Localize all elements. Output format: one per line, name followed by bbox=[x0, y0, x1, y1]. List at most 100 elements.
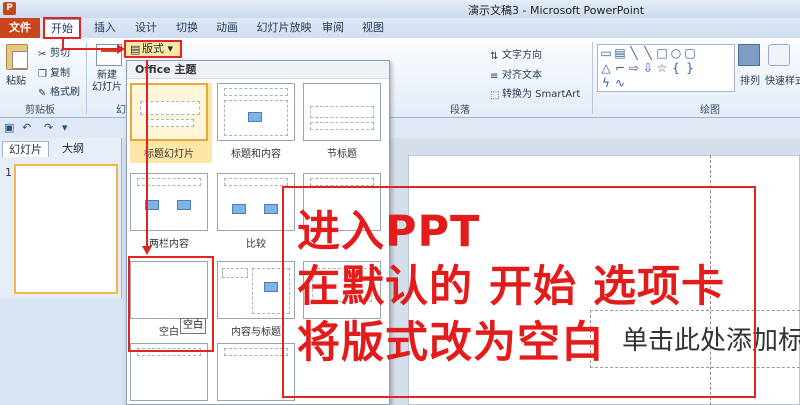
tab-insert[interactable]: 插入 bbox=[90, 19, 120, 38]
tab-outline[interactable]: 大纲 bbox=[56, 141, 90, 157]
quick-access-toolbar: ▣ ↶ ↷ ▾ bbox=[0, 118, 800, 138]
layout-item[interactable] bbox=[130, 343, 212, 405]
shapes-gallery[interactable]: ▭ ▤ ╲ ╲ □ ○ ▢ △ ⌐ ⇨ ⇩ ☆ { } ϟ ∿ bbox=[597, 44, 735, 92]
layout-thumbnail bbox=[303, 83, 381, 141]
annotation-arrow bbox=[62, 48, 118, 50]
align-text-button[interactable]: ≡ 对齐文本 bbox=[490, 66, 542, 82]
picture-icon bbox=[232, 204, 246, 214]
copy-icon: ❐ bbox=[38, 69, 47, 80]
undo-icon[interactable]: ↶ bbox=[22, 121, 31, 134]
customize-toolbar-icon[interactable]: ▾ bbox=[62, 121, 68, 134]
text-direction-icon: ⇅ bbox=[490, 51, 499, 62]
paste-button[interactable]: 粘贴 bbox=[6, 72, 26, 87]
rounded-rect-icon[interactable]: ▢ bbox=[684, 46, 696, 60]
thumb-placeholder bbox=[310, 122, 374, 130]
theme-header: Office 主题 bbox=[127, 61, 389, 79]
arrange-button[interactable]: 排列 bbox=[740, 72, 760, 87]
layout-label: 节标题 bbox=[327, 149, 357, 160]
convert-smartart-button[interactable]: ⬚ 转换为 SmartArt bbox=[490, 85, 581, 101]
layout-thumbnail bbox=[130, 173, 208, 231]
redo-icon[interactable]: ↷ bbox=[44, 121, 53, 134]
align-text-label: 对齐文本 bbox=[502, 70, 542, 81]
scissors-icon: ✂ bbox=[38, 49, 47, 60]
textbox-icon[interactable]: ▤ bbox=[614, 46, 626, 60]
tab-file[interactable]: 文件 bbox=[0, 18, 40, 38]
picture-icon bbox=[264, 204, 278, 214]
layout-section-header[interactable]: 节标题 bbox=[303, 83, 385, 163]
layout-thumbnail bbox=[217, 83, 295, 141]
line-icon[interactable]: ╲ bbox=[628, 46, 640, 60]
picture-icon bbox=[264, 282, 278, 292]
text-direction-button[interactable]: ⇅ 文字方向 bbox=[490, 46, 542, 62]
rectangle-icon[interactable]: □ bbox=[656, 46, 668, 60]
tab-transitions[interactable]: 切换 bbox=[172, 19, 202, 38]
brace-icon[interactable]: { bbox=[670, 61, 682, 75]
layout-two-content[interactable]: 两栏内容 bbox=[130, 173, 212, 253]
paragraph-group-label: 段落 bbox=[450, 105, 470, 116]
slide-panel: 幻灯片 大纲 1 bbox=[0, 138, 122, 298]
new-slide-button[interactable]: 新建 幻灯片 bbox=[92, 70, 122, 94]
rectangle-icon[interactable]: ▭ bbox=[600, 46, 612, 60]
layout-tooltip: 空白 bbox=[180, 318, 206, 334]
picture-icon bbox=[248, 112, 262, 122]
lightning-icon[interactable]: ϟ bbox=[600, 76, 612, 90]
instruction-line-1: 进入PPT bbox=[297, 207, 481, 257]
save-icon[interactable]: ▣ bbox=[4, 121, 14, 134]
layout-icon: ▤ bbox=[130, 43, 141, 56]
clipboard-group-label: 剪贴板 bbox=[25, 105, 55, 116]
annotation-arrow bbox=[146, 60, 148, 248]
thumb-placeholder bbox=[140, 101, 200, 115]
tab-review[interactable]: 审阅 bbox=[318, 19, 348, 38]
slides-group-label: 幻 bbox=[116, 105, 126, 116]
align-text-icon: ≡ bbox=[490, 71, 499, 82]
slide-number: 1 bbox=[5, 166, 12, 179]
quick-styles-icon[interactable] bbox=[768, 44, 790, 66]
layout-title-slide[interactable]: 标题幻灯片 bbox=[130, 83, 212, 163]
tab-slides[interactable]: 幻灯片 bbox=[2, 141, 49, 157]
text-direction-label: 文字方向 bbox=[502, 50, 542, 61]
copy-button[interactable]: ❐ 复制 bbox=[38, 64, 70, 80]
tab-animations[interactable]: 动画 bbox=[212, 19, 242, 38]
thumb-placeholder bbox=[224, 178, 288, 186]
paste-icon[interactable] bbox=[6, 44, 28, 70]
thumb-placeholder bbox=[224, 88, 288, 96]
curve-icon[interactable]: ∿ bbox=[614, 76, 626, 90]
group-separator bbox=[86, 42, 87, 114]
layout-title-and-content[interactable]: 标题和内容 bbox=[217, 83, 299, 163]
arrowhead-icon bbox=[117, 44, 125, 54]
slide-thumbnail[interactable] bbox=[14, 164, 118, 294]
layout-label: 标题和内容 bbox=[231, 149, 281, 160]
star-icon[interactable]: ☆ bbox=[656, 61, 668, 75]
thumb-placeholder bbox=[224, 348, 288, 356]
convert-smartart-label: 转换为 SmartArt bbox=[502, 89, 581, 100]
drawing-group-label: 绘图 bbox=[700, 105, 720, 116]
arrange-icon[interactable] bbox=[738, 44, 760, 66]
tab-design[interactable]: 设计 bbox=[131, 19, 161, 38]
tab-view[interactable]: 视图 bbox=[358, 19, 388, 38]
layout-thumbnail bbox=[130, 83, 208, 141]
layout-button[interactable]: ▤ 版式 ▾ bbox=[124, 40, 182, 58]
tab-slide-show[interactable]: 幻灯片放映 bbox=[253, 19, 315, 38]
format-painter-button[interactable]: ✎ 格式刷 bbox=[38, 83, 80, 99]
ellipse-icon[interactable]: ○ bbox=[670, 46, 682, 60]
arrowhead-icon bbox=[142, 246, 152, 255]
triangle-icon[interactable]: △ bbox=[600, 61, 612, 75]
home-tab-highlight bbox=[43, 17, 81, 39]
line-icon[interactable]: ╲ bbox=[642, 46, 654, 60]
format-painter-label: 格式刷 bbox=[50, 87, 80, 98]
brush-icon: ✎ bbox=[38, 88, 47, 99]
group-separator bbox=[592, 42, 593, 114]
corner-icon[interactable]: ⌐ bbox=[614, 61, 626, 75]
layout-label: 标题幻灯片 bbox=[144, 149, 194, 160]
thumb-placeholder bbox=[222, 268, 248, 278]
arrow-right-icon[interactable]: ⇨ bbox=[628, 61, 640, 75]
quick-styles-button[interactable]: 快速样式 bbox=[765, 72, 800, 87]
powerpoint-icon[interactable]: P bbox=[3, 2, 16, 15]
cut-button[interactable]: ✂ 剪切 bbox=[38, 44, 70, 60]
blank-layout-highlight bbox=[128, 256, 214, 352]
ribbon-tab-row: 文件 开始 插入 设计 切换 动画 幻灯片放映 审阅 视图 bbox=[0, 18, 800, 38]
instruction-line-2: 在默认的 开始 选项卡 bbox=[297, 262, 725, 312]
brace-icon[interactable]: } bbox=[684, 61, 696, 75]
arrow-down-icon[interactable]: ⇩ bbox=[642, 61, 654, 75]
window-title: 演示文稿3 - Microsoft PowerPoint bbox=[468, 4, 645, 17]
